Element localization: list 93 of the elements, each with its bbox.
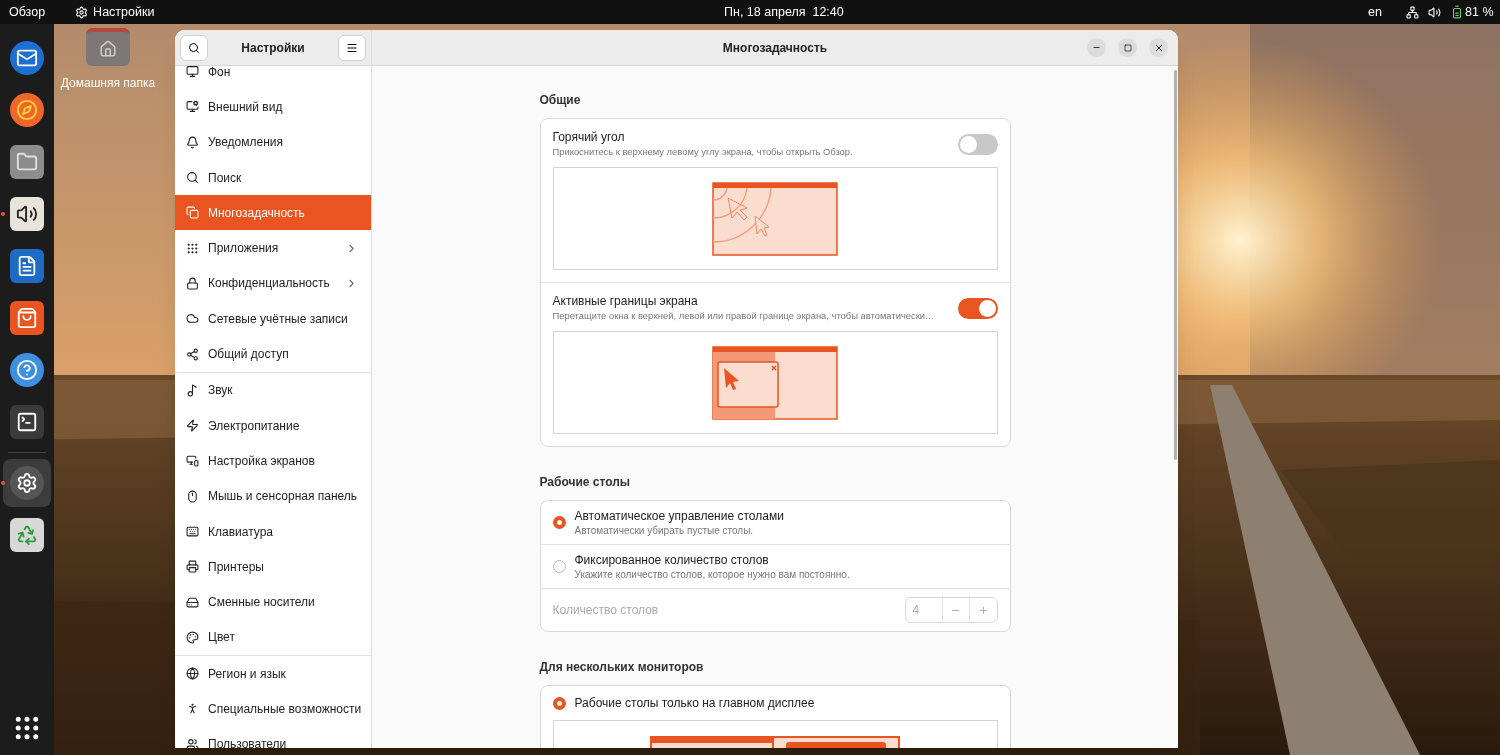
keyboard-icon: [186, 525, 199, 538]
sidebar-item[interactable]: Поиск: [175, 159, 371, 196]
shopping-bag-icon: [10, 301, 44, 335]
users-icon: [186, 737, 199, 748]
sidebar-item[interactable]: Приложения: [175, 230, 371, 266]
battery-icon[interactable]: [1450, 5, 1464, 19]
palette-icon: [186, 630, 199, 644]
running-indicator: [1, 212, 5, 216]
clock[interactable]: Пн, 18 апреля 12:40: [724, 2, 844, 22]
toggle-switch[interactable]: [957, 297, 998, 319]
sidebar-item[interactable]: Пользователи: [175, 726, 371, 748]
sidebar-item[interactable]: Фон: [175, 66, 371, 90]
bell-icon: [186, 135, 199, 149]
battery-percentage: 81 %: [1465, 3, 1494, 21]
volume-icon[interactable]: [1428, 5, 1441, 19]
language-indicator[interactable]: en: [1368, 2, 1382, 22]
browser-icon: [10, 93, 44, 127]
option-title: Фиксированное количество столов: [574, 552, 770, 568]
display-icon: [186, 454, 199, 468]
globe-icon: [186, 667, 199, 681]
menu-icon: [346, 41, 358, 54]
section-heading: Общие: [539, 92, 582, 109]
plus-icon: [977, 604, 989, 616]
radio-button[interactable]: [552, 696, 566, 710]
sidebar-item[interactable]: Сетевые учётные записи: [175, 301, 371, 337]
sidebar-item[interactable]: Звук: [175, 372, 371, 408]
apps-grid-icon: [186, 241, 199, 255]
setting-description: Прикоснитесь к верхнему левому углу экрана, чтобы открыть Обзор.: [552, 145, 854, 158]
music-note-icon: [186, 383, 199, 397]
sidebar-item[interactable]: Внешний вид: [175, 89, 371, 125]
trash-icon: [10, 518, 44, 552]
sidebar-item[interactable]: Электропитание: [175, 407, 371, 444]
mail-icon: [10, 41, 44, 75]
scrollbar[interactable]: [1174, 70, 1177, 460]
option-description: Укажите количество столов, которое нужно вам постоянно.: [574, 567, 850, 581]
dock-item[interactable]: [3, 459, 51, 507]
close-icon: [1153, 42, 1164, 53]
display-settings-icon: [186, 100, 199, 114]
sidebar-item[interactable]: Сменные носители: [175, 584, 371, 620]
sidebar-item[interactable]: Принтеры: [175, 549, 371, 585]
maximize-button[interactable]: [1118, 38, 1137, 57]
sidebar-item[interactable]: Цвет: [175, 619, 371, 656]
radio-button[interactable]: [552, 560, 566, 573]
speaker-icon: [10, 197, 44, 231]
share-icon: [186, 347, 199, 361]
search-icon: [188, 41, 200, 54]
windows-icon: [186, 206, 199, 220]
folder-icon: [10, 145, 44, 179]
setting-description: Перетащите окна к верхней, левой или правой границе экрана, чтобы автоматически…: [552, 309, 936, 322]
monitor-icon: [186, 66, 199, 79]
sidebar-item[interactable]: Многозадачность: [175, 195, 371, 231]
person-icon: [186, 702, 199, 716]
sidebar-item[interactable]: Настройка экранов: [175, 443, 371, 479]
option-title: Автоматическое управление столами: [574, 508, 784, 524]
sidebar-item[interactable]: Уведомления: [175, 124, 371, 160]
document-icon: [10, 249, 44, 283]
maximize-icon: [1123, 43, 1132, 52]
toggle-switch[interactable]: [957, 133, 998, 155]
sidebar-item[interactable]: Специальные возможности: [175, 691, 371, 727]
lightning-icon: [186, 419, 199, 433]
setting-title: Горячий угол: [552, 130, 626, 145]
cloud-icon: [186, 312, 199, 326]
close-button[interactable]: [1149, 38, 1168, 57]
help-icon: [10, 353, 44, 387]
printer-icon: [186, 560, 199, 574]
drive-icon: [186, 595, 199, 609]
search-button[interactable]: [180, 34, 208, 61]
lock-icon: [186, 276, 199, 290]
terminal-icon: [10, 405, 44, 439]
running-indicator: [1, 481, 5, 485]
section-heading: Для нескольких мониторов: [539, 659, 705, 676]
option-title: Рабочие столы только на главном дисплее: [574, 695, 815, 711]
menu-button[interactable]: [338, 34, 366, 61]
activities-button[interactable]: Обзор: [9, 2, 46, 22]
radio-button[interactable]: [552, 516, 566, 529]
gear-icon: [10, 466, 44, 500]
setting-title: Активные границы экрана: [552, 294, 699, 309]
search-icon: [186, 171, 199, 185]
sidebar-item[interactable]: Мышь и сенсорная панель: [175, 478, 371, 514]
window-title: Многозадачность: [722, 39, 828, 57]
gear-icon: [75, 5, 89, 19]
option-description: Автоматически убирать пустые столы.: [574, 523, 755, 537]
app-menu[interactable]: Настройки: [93, 2, 155, 22]
section-heading: Рабочие столы: [539, 474, 632, 491]
sidebar-item[interactable]: Конфиденциальность: [175, 265, 371, 302]
sidebar-item[interactable]: Регион и язык: [175, 656, 371, 692]
network-icon[interactable]: [1406, 5, 1419, 19]
home-folder-icon: [86, 28, 130, 66]
sidebar-title: Настройки: [240, 39, 306, 57]
mouse-icon: [186, 489, 199, 503]
sidebar-item[interactable]: Клавиатура: [175, 513, 371, 550]
setting-label: Количество столов: [552, 602, 660, 619]
sidebar-item[interactable]: Общий доступ: [175, 336, 371, 372]
